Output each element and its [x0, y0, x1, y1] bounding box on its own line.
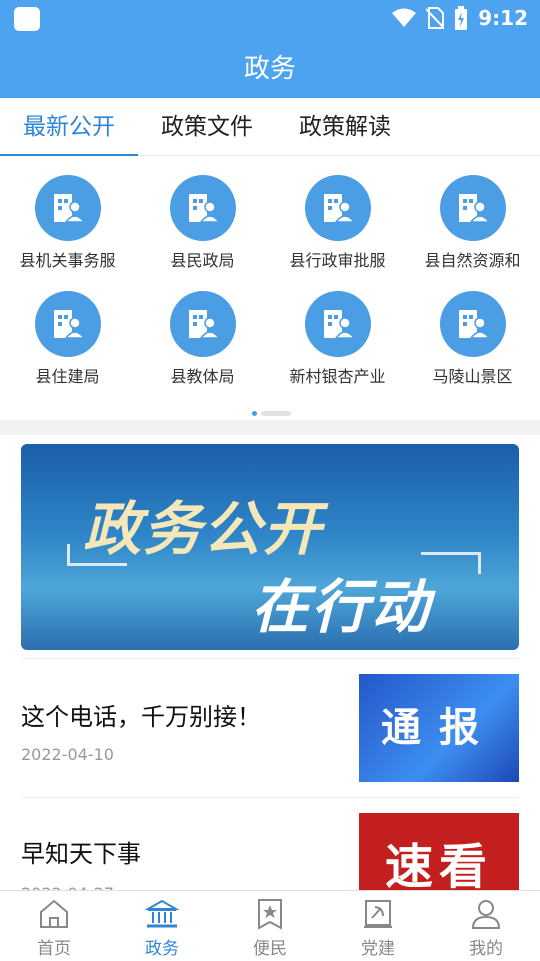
nav-government[interactable]: 政务 — [108, 891, 216, 961]
department-icon — [439, 291, 506, 357]
department-item[interactable]: 县自然资源和 — [405, 175, 540, 271]
status-bar: 9:12 — [0, 0, 540, 38]
department-label: 县住建局 — [35, 367, 100, 386]
department-icon — [34, 175, 101, 241]
department-label: 马陵山景区 — [432, 367, 513, 386]
department-icon — [169, 175, 236, 241]
nav-home[interactable]: 首页 — [0, 891, 108, 961]
department-label: 新村银杏产业 — [289, 367, 386, 386]
department-icon — [439, 175, 506, 241]
party-flag-icon — [364, 900, 392, 928]
user-icon — [471, 900, 501, 929]
department-icon — [34, 291, 101, 357]
news-date: 2022-04-10 — [21, 745, 114, 764]
banner-subheadline: 在行动 — [251, 573, 432, 641]
battery-charging-icon — [455, 6, 468, 30]
government-building-icon — [144, 899, 180, 928]
department-label: 县行政审批服 — [289, 251, 386, 270]
news-title: 早知天下事 — [21, 840, 141, 868]
no-sim-icon — [426, 7, 445, 29]
nav-services[interactable]: 便民 — [216, 891, 324, 961]
section-divider — [0, 420, 540, 435]
department-item[interactable]: 县住建局 — [0, 291, 135, 387]
page-indicator — [252, 411, 291, 416]
tab-policy-documents[interactable]: 政策文件 — [138, 98, 276, 156]
tab-latest-disclosure[interactable]: 最新公开 — [0, 98, 138, 156]
home-icon — [40, 899, 68, 928]
department-icon — [304, 175, 371, 241]
department-icon — [169, 291, 236, 357]
tab-bar: 最新公开 政策文件 政策解读 — [0, 98, 540, 156]
app-notification-icon — [14, 7, 40, 31]
nav-label: 首页 — [37, 939, 71, 959]
news-title: 这个电话，千万别接！ — [21, 703, 261, 731]
status-icons: 9:12 — [392, 6, 528, 30]
star-bookmark-icon — [258, 899, 282, 930]
clock: 9:12 — [478, 6, 528, 30]
department-label: 县民政局 — [170, 251, 235, 270]
bottom-navigation: 首页 政务 便民 党建 我的 — [0, 890, 540, 960]
nav-label: 党建 — [361, 939, 395, 959]
wifi-icon — [392, 8, 417, 27]
department-label: 县自然资源和 — [424, 251, 521, 270]
page-dot-active — [252, 411, 257, 416]
department-item[interactable]: 新村银杏产业 — [270, 291, 405, 387]
department-item[interactable]: 县机关事务服 — [0, 175, 135, 271]
department-item[interactable]: 马陵山景区 — [405, 291, 540, 387]
department-label: 县教体局 — [170, 367, 235, 386]
nav-party-building[interactable]: 党建 — [324, 891, 432, 961]
banner-headline: 政务公开 — [83, 495, 324, 563]
news-thumbnail: 通报 — [359, 674, 519, 782]
department-item[interactable]: 县行政审批服 — [270, 175, 405, 271]
tab-policy-interpretation[interactable]: 政策解读 — [276, 98, 414, 156]
nav-label: 政务 — [145, 939, 179, 959]
department-label: 县机关事务服 — [19, 251, 116, 270]
promo-banner[interactable]: 政务公开 在行动 — [21, 444, 519, 650]
news-item[interactable]: 这个电话，千万别接！ 2022-04-10 通报 — [21, 658, 519, 798]
nav-label: 便民 — [253, 939, 287, 959]
department-icon — [304, 291, 371, 357]
department-item[interactable]: 县教体局 — [135, 291, 270, 387]
active-tab-indicator — [0, 154, 138, 156]
nav-profile[interactable]: 我的 — [432, 891, 540, 961]
page-title: 政务 — [0, 38, 540, 98]
department-item[interactable]: 县民政局 — [135, 175, 270, 271]
nav-label: 我的 — [469, 939, 503, 959]
page-dot-inactive — [261, 411, 291, 416]
